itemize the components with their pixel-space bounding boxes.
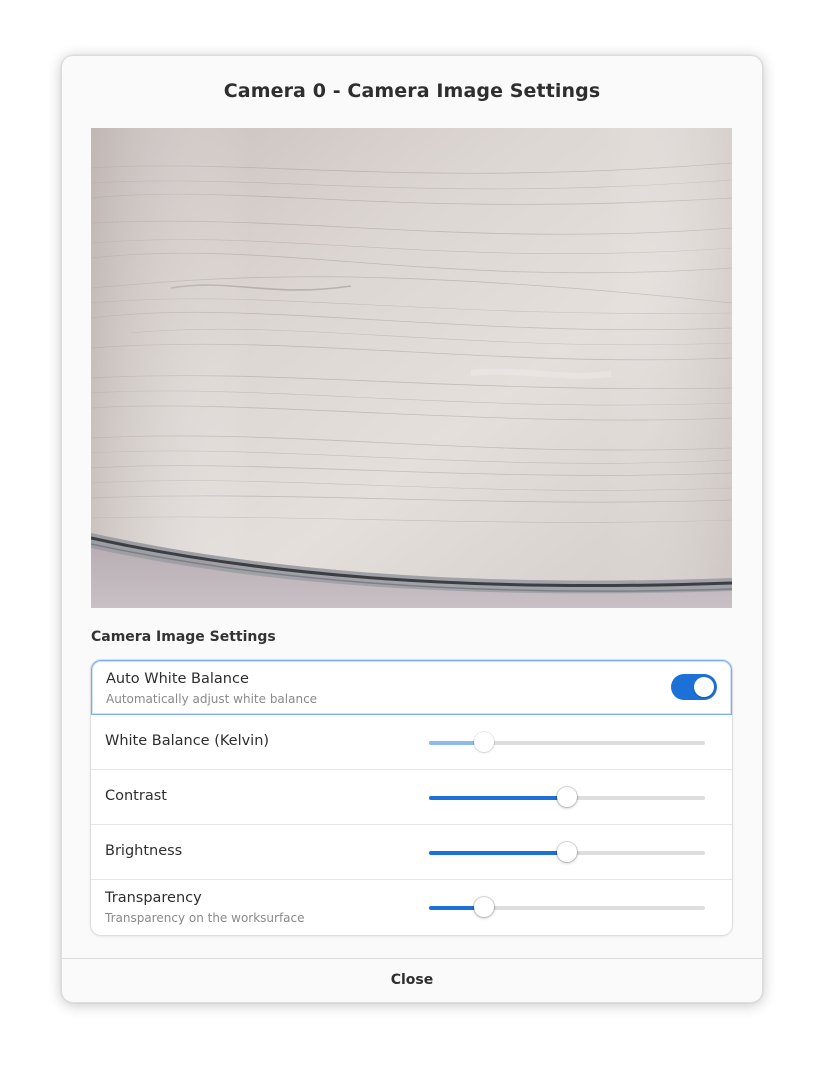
brightness-label: Brightness [105,843,183,859]
close-button[interactable]: Close [62,959,762,1002]
transparency-label: Transparency [105,890,202,906]
contrast-label: Contrast [105,788,167,804]
switch-knob [694,677,714,697]
contrast-slider[interactable] [429,770,705,825]
dialog-title: Camera 0 - Camera Image Settings [223,80,601,102]
slider-fill [429,851,567,855]
auto-white-balance-subtitle: Automatically adjust white balance [106,692,318,706]
section-title: Camera Image Settings [91,629,276,645]
brightness-row: Brightness [91,825,732,880]
brightness-slider[interactable] [429,825,705,880]
auto-white-balance-switch[interactable] [671,674,717,700]
slider-thumb[interactable] [474,897,494,917]
slider-fill [429,796,567,800]
contrast-row: Contrast [91,770,732,825]
transparency-slider[interactable] [429,880,705,935]
camera-settings-dialog: Camera 0 - Camera Image Settings Camera … [61,55,763,1003]
transparency-row: Transparency Transparency on the worksur… [91,880,732,935]
auto-white-balance-label: Auto White Balance [106,671,249,687]
transparency-subtitle: Transparency on the worksurface [105,911,305,925]
dialog-footer: Close [62,958,762,1002]
slider-thumb[interactable] [474,732,494,752]
camera-preview [91,128,732,608]
white-balance-label: White Balance (Kelvin) [105,733,270,749]
slider-thumb[interactable] [557,787,577,807]
white-balance-slider[interactable] [429,715,705,770]
auto-white-balance-row[interactable]: Auto White Balance Automatically adjust … [91,660,732,715]
settings-list: Auto White Balance Automatically adjust … [91,660,732,935]
white-balance-row: White Balance (Kelvin) [91,715,732,770]
slider-thumb[interactable] [557,842,577,862]
